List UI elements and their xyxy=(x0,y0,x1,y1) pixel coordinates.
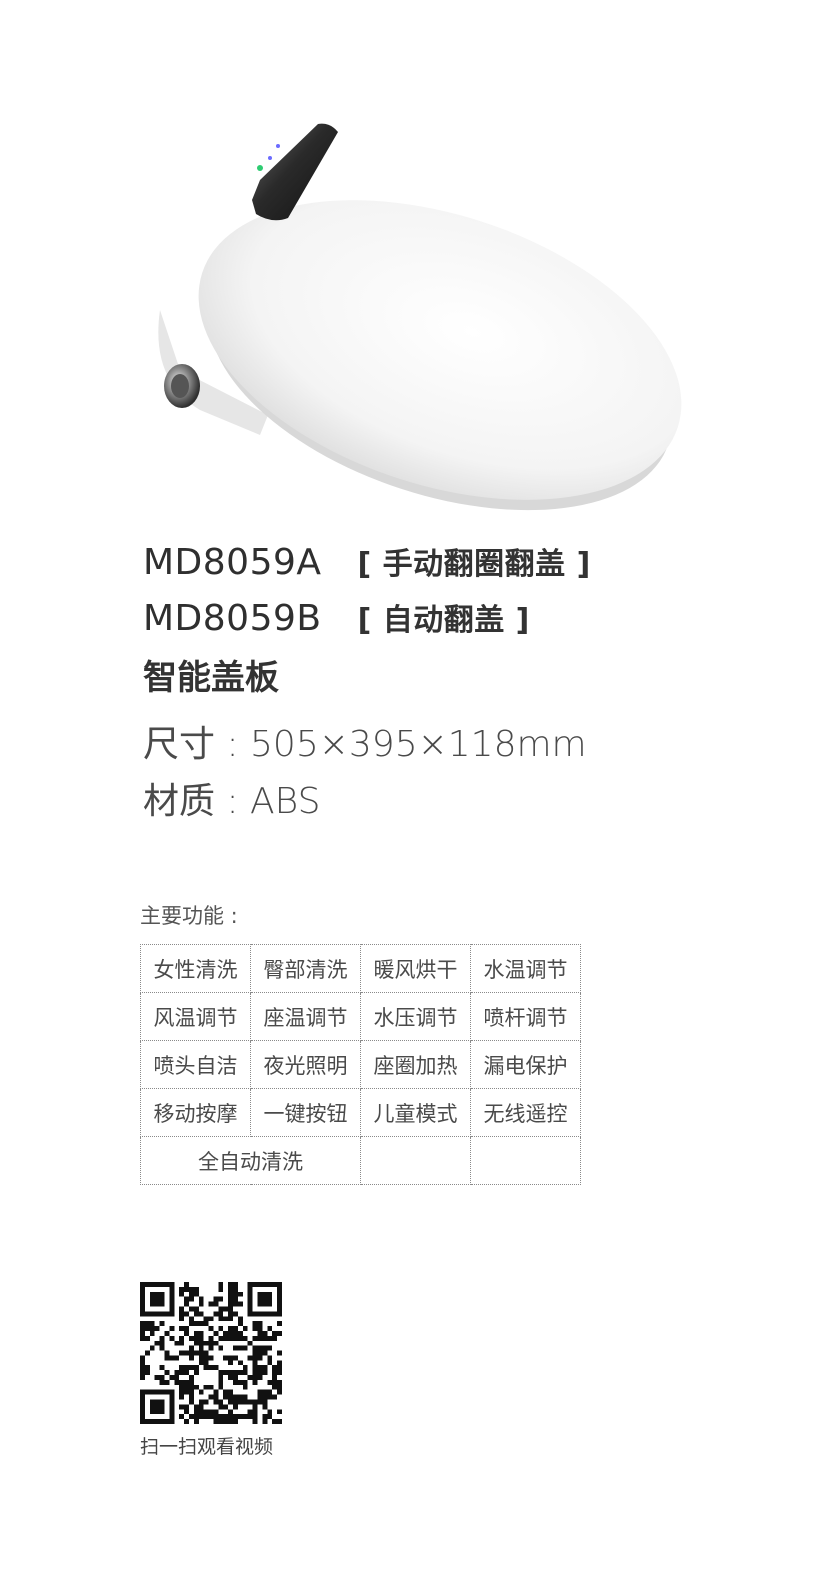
qr-caption: 扫一扫观看视频 xyxy=(140,1436,274,1458)
model-b: MD8059B xyxy=(143,598,322,639)
table-row: 喷头自洁 夜光照明 座圈加热 漏电保护 xyxy=(140,1040,581,1089)
table-row: 风温调节 座温调节 水压调节 喷杆调节 xyxy=(140,992,581,1041)
table-row: 女性清洗 臀部清洗 暖风烘干 水温调节 xyxy=(140,944,581,993)
qr-block: 扫一扫观看视频 xyxy=(140,1282,286,1459)
feature-cell: 女性清洗 xyxy=(140,944,251,993)
table-row: 全自动清洗 xyxy=(140,1136,581,1185)
feature-cell: 一键按钮 xyxy=(250,1088,361,1137)
table-row: 移动按摩 一键按钮 儿童模式 无线遥控 xyxy=(140,1088,581,1137)
feature-cell: 喷头自洁 xyxy=(140,1040,251,1089)
feature-cell: 水温调节 xyxy=(470,944,581,993)
feature-cell-empty xyxy=(360,1136,471,1185)
model-a-line: MD8059A [ 手动翻圈翻盖 ] xyxy=(143,536,591,592)
product-title-block: MD8059A [ 手动翻圈翻盖 ] MD8059B [ 自动翻盖 ] 智能盖板 xyxy=(143,536,591,706)
features-label: 主要功能 : xyxy=(140,904,238,928)
feature-cell-wide: 全自动清洗 xyxy=(140,1136,361,1185)
feature-cell: 臀部清洗 xyxy=(250,944,361,993)
feature-cell: 夜光照明 xyxy=(250,1040,361,1089)
specs-block: 尺寸 : 505×395×118mm 材质 : ABS xyxy=(143,716,587,830)
feature-cell-empty xyxy=(470,1136,581,1185)
feature-cell: 座温调节 xyxy=(250,992,361,1041)
feature-cell: 喷杆调节 xyxy=(470,992,581,1041)
feature-cell: 暖风烘干 xyxy=(360,944,471,993)
model-a-tag: [ 手动翻圈翻盖 ] xyxy=(357,547,591,582)
feature-cell: 无线遥控 xyxy=(470,1088,581,1137)
spec-material: 材质 : ABS xyxy=(143,781,321,822)
feature-cell: 水压调节 xyxy=(360,992,471,1041)
model-a: MD8059A xyxy=(143,542,322,583)
feature-cell: 风温调节 xyxy=(140,992,251,1041)
features-table: 女性清洗 臀部清洗 暖风烘干 水温调节 风温调节 座温调节 水压调节 喷杆调节 … xyxy=(140,944,581,1185)
feature-cell: 座圈加热 xyxy=(360,1040,471,1089)
product-name: 智能盖板 xyxy=(143,658,279,698)
toilet-seat-product-image xyxy=(158,123,682,511)
qr-code-icon[interactable] xyxy=(140,1282,282,1424)
model-b-line: MD8059B [ 自动翻盖 ] xyxy=(143,592,591,648)
feature-cell: 儿童模式 xyxy=(360,1088,471,1137)
feature-cell: 移动按摩 xyxy=(140,1088,251,1137)
model-b-tag: [ 自动翻盖 ] xyxy=(357,603,530,638)
spec-size: 尺寸 : 505×395×118mm xyxy=(143,724,587,765)
feature-cell: 漏电保护 xyxy=(470,1040,581,1089)
